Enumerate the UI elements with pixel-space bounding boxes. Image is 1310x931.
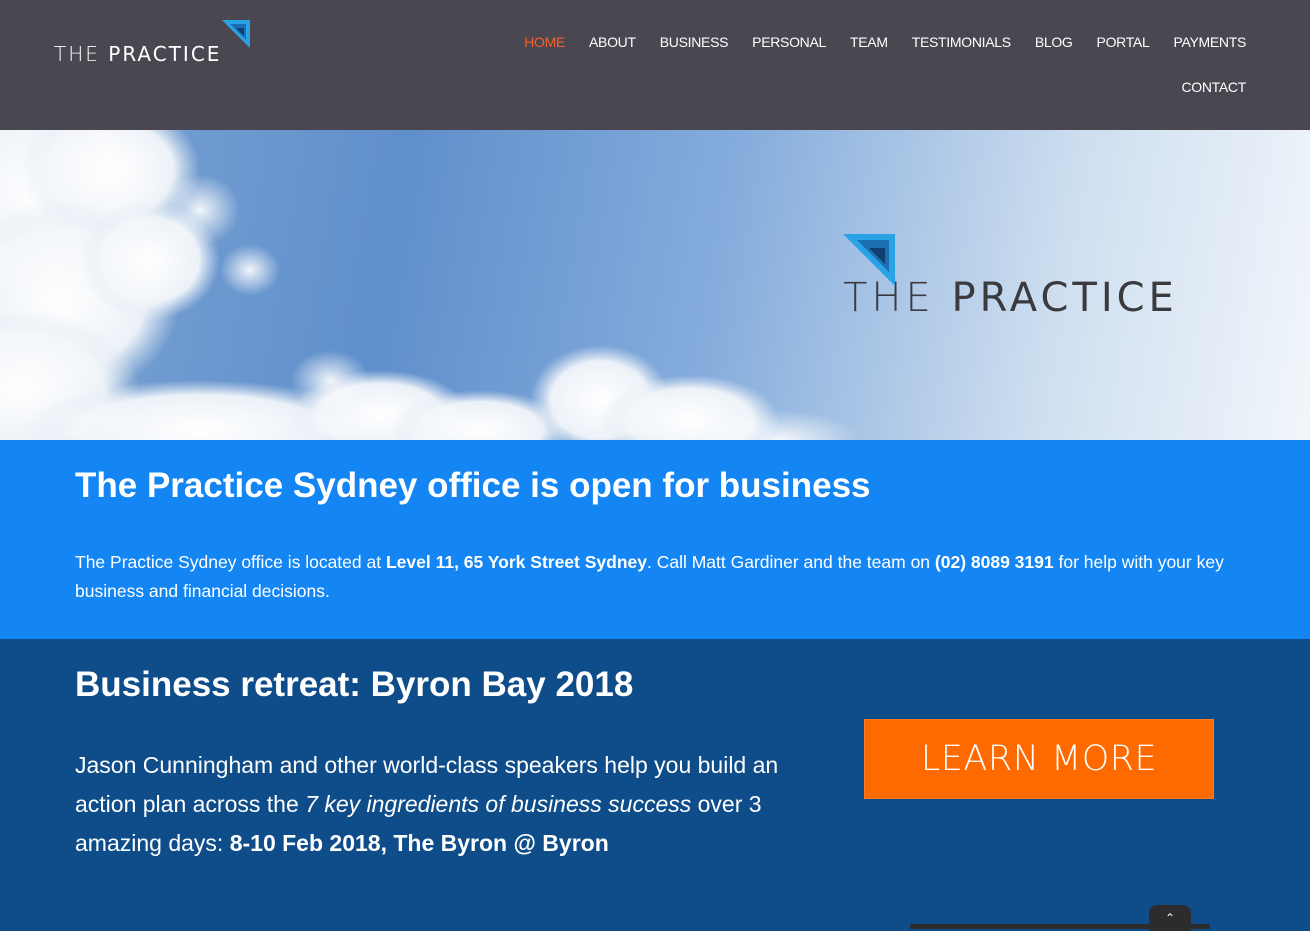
nav-item-home[interactable]: HOME (524, 32, 565, 52)
nav-item-about[interactable]: ABOUT (589, 32, 636, 52)
hero-logo-mark-icon (843, 234, 895, 286)
logo-text-thin: THE (54, 42, 100, 66)
chevron-up-icon: ⌃ (1164, 911, 1176, 925)
retreat-description: Jason Cunningham and other world-class s… (75, 746, 815, 863)
scroll-to-top-button[interactable]: ⌃ (1149, 905, 1191, 931)
nav-item-business[interactable]: BUSINESS (660, 32, 729, 52)
retreat-emphasis: 7 key ingredients of business success (305, 791, 692, 817)
office-text-1: The Practice Sydney office is located at (75, 552, 386, 572)
hero-banner: THE PRACTICE (0, 130, 1310, 440)
nav-item-portal[interactable]: PORTAL (1097, 32, 1150, 52)
office-text-2: . Call Matt Gardiner and the team on (646, 552, 935, 572)
nav-row-secondary: CONTACT (526, 77, 1246, 97)
retreat-section: Business retreat: Byron Bay 2018 Jason C… (0, 639, 1310, 929)
hero-logo: THE PRACTICE (843, 234, 1223, 318)
nav-item-personal[interactable]: PERSONAL (752, 32, 826, 52)
nav-item-payments[interactable]: PAYMENTS (1173, 32, 1246, 52)
site-logo[interactable]: THE PRACTICE (54, 20, 254, 66)
hero-logo-text-bold: PRACTICE (951, 275, 1178, 321)
office-announcement: The Practice Sydney office is open for b… (0, 440, 1310, 639)
office-heading: The Practice Sydney office is open for b… (75, 466, 871, 505)
nav-item-contact[interactable]: CONTACT (1181, 77, 1246, 97)
logo-text-bold: PRACTICE (108, 42, 222, 66)
retreat-heading: Business retreat: Byron Bay 2018 (75, 665, 634, 704)
learn-more-button[interactable]: LEARN MORE (864, 719, 1214, 799)
main-nav: HOME ABOUT BUSINESS PERSONAL TEAM TESTIMONIAL… (524, 32, 1246, 102)
office-description: The Practice Sydney office is located at… (75, 548, 1225, 606)
logo-text: THE PRACTICE (54, 42, 221, 66)
nav-item-team[interactable]: TEAM (850, 32, 888, 52)
logo-mark-icon (222, 20, 250, 48)
nav-row-primary: HOME ABOUT BUSINESS PERSONAL TEAM TESTIMONIAL… (524, 32, 1246, 52)
office-phone: (02) 8089 3191 (934, 552, 1054, 572)
office-address: Level 11, 65 York Street Sydney (385, 552, 647, 572)
site-header: THE PRACTICE HOME ABOUT BUSINESS PERSONAL TE… (0, 0, 1310, 130)
nav-item-blog[interactable]: BLOG (1035, 32, 1073, 52)
retreat-dates: 8-10 Feb 2018, The Byron @ Byron (229, 830, 609, 856)
nav-item-testimonials[interactable]: TESTIMONIALS (912, 32, 1011, 52)
